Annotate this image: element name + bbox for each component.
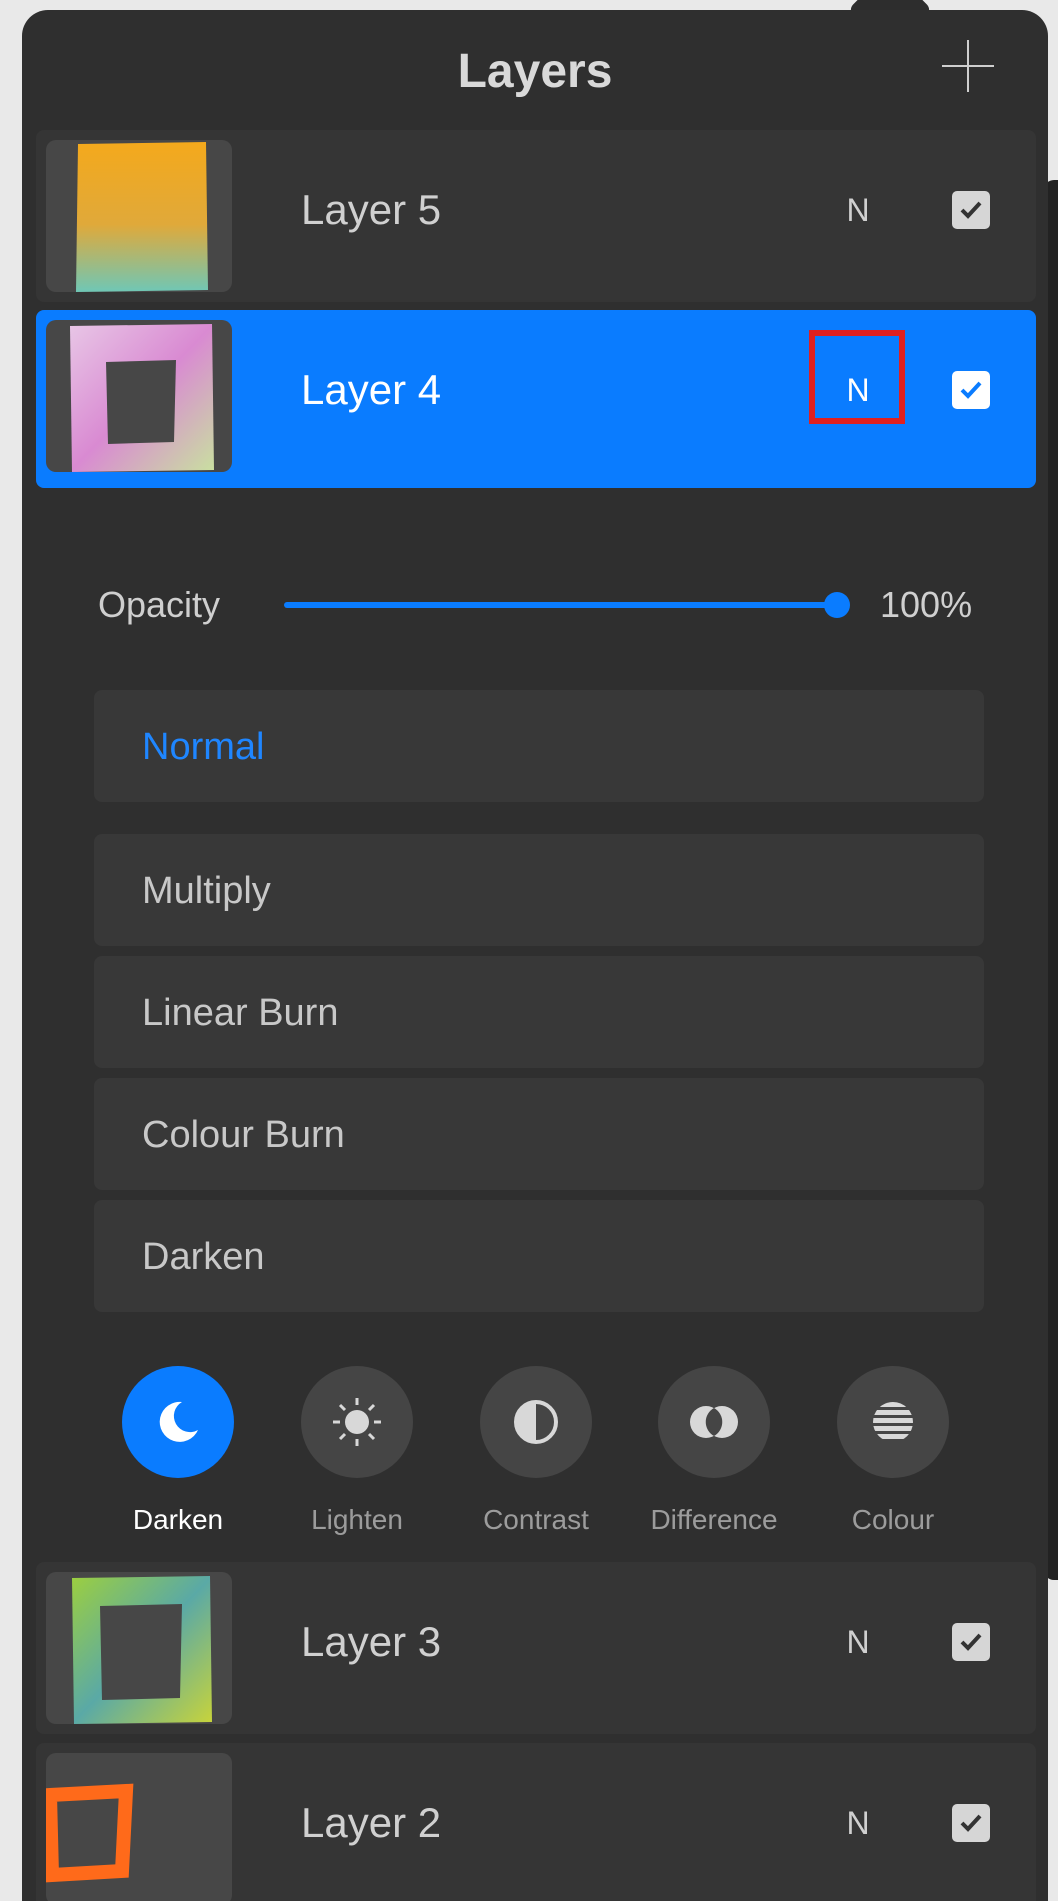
- layer-thumbnail: [46, 320, 232, 472]
- difference-icon: [690, 1406, 738, 1438]
- blend-mode-button[interactable]: N: [842, 372, 874, 409]
- category-label: Darken: [132, 1504, 224, 1535]
- layers-panel: Layers Layer 5 N Layer 4 N Opacity 100% …: [22, 10, 1048, 1901]
- opacity-slider-track[interactable]: [284, 602, 836, 608]
- blend-mode-label: Darken: [142, 1236, 265, 1278]
- moon-icon: [159, 1401, 198, 1442]
- blend-mode-label: Colour Burn: [142, 1114, 345, 1156]
- check-icon: [960, 201, 982, 219]
- category-label: Lighten: [311, 1504, 403, 1535]
- blend-mode-label: Linear Burn: [142, 992, 339, 1034]
- layer-row-2[interactable]: Layer 2 N: [36, 1743, 1036, 1901]
- layer-name: Layer 4: [301, 366, 442, 413]
- layer-row-3[interactable]: Layer 3 N: [36, 1562, 1036, 1734]
- sun-icon: [333, 1398, 381, 1446]
- colour-icon: [873, 1402, 913, 1439]
- category-lighten-button[interactable]: [301, 1366, 413, 1478]
- layer-name: Layer 3: [301, 1618, 442, 1665]
- blend-mode-button[interactable]: N: [842, 1805, 874, 1842]
- panel-title: Layers: [457, 45, 613, 98]
- opacity-label: Opacity: [98, 584, 221, 625]
- layer-row-5[interactable]: Layer 5 N: [36, 130, 1036, 302]
- layer-name: Layer 5: [301, 186, 442, 233]
- visibility-checkbox[interactable]: [952, 1804, 990, 1842]
- visibility-checkbox[interactable]: [952, 1623, 990, 1661]
- blend-mode-label: Multiply: [142, 870, 271, 912]
- category-contrast-button[interactable]: [480, 1366, 592, 1478]
- check-icon: [960, 381, 982, 399]
- layer-thumbnail: [46, 140, 232, 292]
- blend-mode-button[interactable]: N: [842, 192, 874, 229]
- blend-mode-darken[interactable]: Darken: [94, 1200, 984, 1312]
- category-darken-button[interactable]: [122, 1366, 234, 1478]
- category-colour-button[interactable]: [837, 1366, 949, 1478]
- add-layer-icon[interactable]: [942, 40, 994, 92]
- check-icon: [960, 1633, 982, 1651]
- opacity-slider-handle[interactable]: [824, 592, 850, 618]
- panel-header: Layers: [22, 10, 1048, 122]
- blend-mode-button[interactable]: N: [842, 1624, 874, 1661]
- blend-mode-multiply[interactable]: Multiply: [94, 834, 984, 946]
- category-difference-button[interactable]: [658, 1366, 770, 1478]
- visibility-checkbox[interactable]: [952, 191, 990, 229]
- opacity-value: 100%: [880, 584, 973, 625]
- layer-thumbnail: [46, 1753, 232, 1901]
- blend-mode-normal[interactable]: Normal: [94, 690, 984, 802]
- category-label: Contrast: [483, 1504, 589, 1535]
- blend-mode-label: Normal: [142, 726, 265, 768]
- contrast-icon: [514, 1400, 558, 1444]
- layer-row-4[interactable]: Layer 4 N: [36, 310, 1036, 488]
- category-label: Difference: [650, 1504, 778, 1535]
- visibility-checkbox[interactable]: [952, 371, 990, 409]
- layer-name: Layer 2: [301, 1799, 442, 1846]
- layer-thumbnail: [46, 1572, 232, 1724]
- check-icon: [960, 1814, 982, 1832]
- category-label: Colour: [851, 1504, 935, 1535]
- blend-mode-colour-burn[interactable]: Colour Burn: [94, 1078, 984, 1190]
- blend-mode-linear-burn[interactable]: Linear Burn: [94, 956, 984, 1068]
